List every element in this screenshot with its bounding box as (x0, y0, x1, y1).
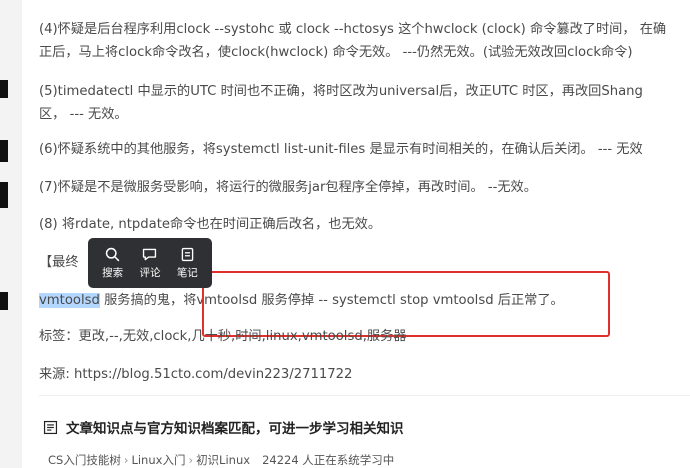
tags-line: 标签：更改,--,无效,clock,几十秒,时间,linux,vmtoolsd,… (39, 329, 407, 344)
breadcrumb: CS入门技能树 › Linux入门 › 初识Linux 24224 人正在系统学… (48, 452, 394, 468)
crumb-cs[interactable]: CS入门技能树 (48, 452, 121, 468)
paragraph-5-line-1: (5)timedatectl 中显示的UTC 时间也不正确，将时区改为unive… (39, 84, 643, 99)
crumb-separator-icon: › (123, 453, 129, 467)
comment-button[interactable]: 评论 (133, 246, 167, 280)
section-divider (39, 395, 690, 396)
selection-toolbar: 搜索 评论 笔记 (88, 238, 212, 288)
note-label: 笔记 (176, 267, 198, 279)
paragraph-5-line-2: 区， --- 无效。 (39, 107, 128, 122)
selected-text[interactable]: vmtoolsd (39, 293, 100, 308)
comment-icon (143, 248, 157, 261)
learner-count: 24224 人正在系统学习中 (262, 453, 395, 467)
search-icon (105, 247, 120, 262)
paragraph-4-line-2: 正后，马上将clock命令改名，使clock(hwclock) 命令无效。 --… (39, 45, 633, 60)
paragraph-8: (8) 将rdate, ntpdate命令也在时间正确后改名，也无效。 (39, 217, 382, 232)
crumb-intro[interactable]: 初识Linux (196, 452, 250, 468)
search-label: 搜索 (102, 267, 124, 279)
article-body: (4)怀疑是后台程序利用clock --systohc 或 clock --hc… (22, 0, 690, 468)
knowledge-title-text: 文章知识点与官方知识档案匹配，可进一步学习相关知识 (66, 421, 404, 437)
left-edge (0, 0, 22, 468)
knowledge-icon (43, 420, 58, 434)
crumb-linux[interactable]: Linux入门 (131, 452, 185, 468)
source-line: 来源: https://blog.51cto.com/devin223/2711… (39, 367, 353, 382)
knowledge-title: 文章知识点与官方知识档案匹配，可进一步学习相关知识 (42, 417, 404, 437)
note-button[interactable]: 笔记 (170, 246, 204, 280)
paragraph-7: (7)怀疑是不是微服务受影响，将运行的微服务jar包程序全停掉，再改时间。 --… (39, 180, 537, 195)
paragraph-4-line-1: (4)怀疑是后台程序利用clock --systohc 或 clock --hc… (39, 22, 667, 37)
paragraph-6: (6)怀疑系统中的其他服务，将systemctl list-unit-files… (39, 142, 643, 157)
crumb-separator-icon: › (188, 453, 194, 467)
search-button[interactable]: 搜索 (96, 246, 130, 280)
comment-label: 评论 (139, 267, 161, 279)
note-icon (181, 247, 194, 262)
final-heading: 【最终 (39, 255, 79, 270)
